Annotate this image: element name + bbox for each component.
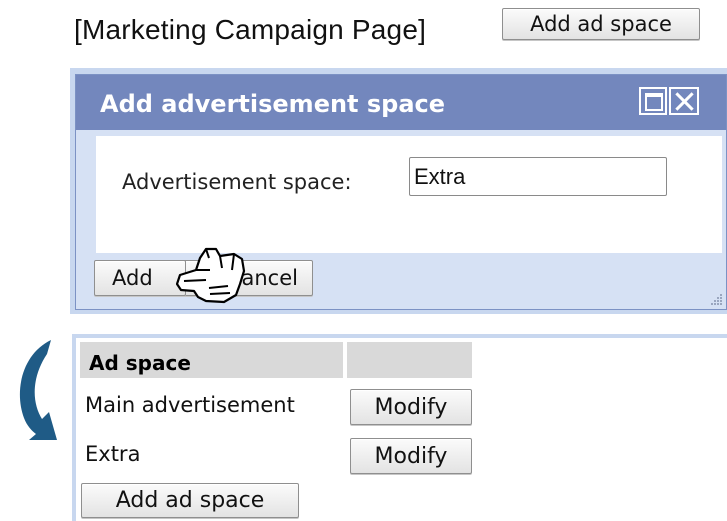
advertisement-space-input[interactable] <box>409 157 667 196</box>
column-header-ad-space: Ad space <box>89 351 191 375</box>
close-icon[interactable] <box>669 87 699 115</box>
resize-grip-icon[interactable] <box>707 290 723 306</box>
screenshot-stage: [Marketing Campaign Page] Add ad space A… <box>0 0 727 521</box>
add-ad-space-button-bottom[interactable]: Add ad space <box>81 483 299 518</box>
modify-button[interactable]: Modify <box>350 389 472 425</box>
table-header-cell <box>347 342 472 378</box>
dialog-titlebar[interactable]: Add advertisement space <box>76 75 726 130</box>
row-ad-space-name: Extra <box>85 442 141 466</box>
row-ad-space-name: Main advertisement <box>85 393 295 417</box>
dialog-body: Advertisement space: <box>96 136 722 253</box>
advertisement-space-label: Advertisement space: <box>122 170 352 194</box>
hand-pointer-icon <box>176 247 246 304</box>
ad-space-table-frame: Ad space Main advertisement Modify Extra… <box>72 334 727 521</box>
add-ad-space-button-top[interactable]: Add ad space <box>502 8 700 40</box>
modify-button[interactable]: Modify <box>350 438 472 474</box>
curved-arrow-icon <box>19 340 57 440</box>
dialog-title: Add advertisement space <box>100 90 446 118</box>
table-header-cell: Ad space <box>80 342 343 378</box>
page-title: [Marketing Campaign Page] <box>74 14 427 45</box>
ad-space-table: Ad space Main advertisement Modify Extra… <box>76 338 727 521</box>
maximize-icon[interactable] <box>639 87 667 115</box>
add-button[interactable]: Add <box>94 260 186 296</box>
